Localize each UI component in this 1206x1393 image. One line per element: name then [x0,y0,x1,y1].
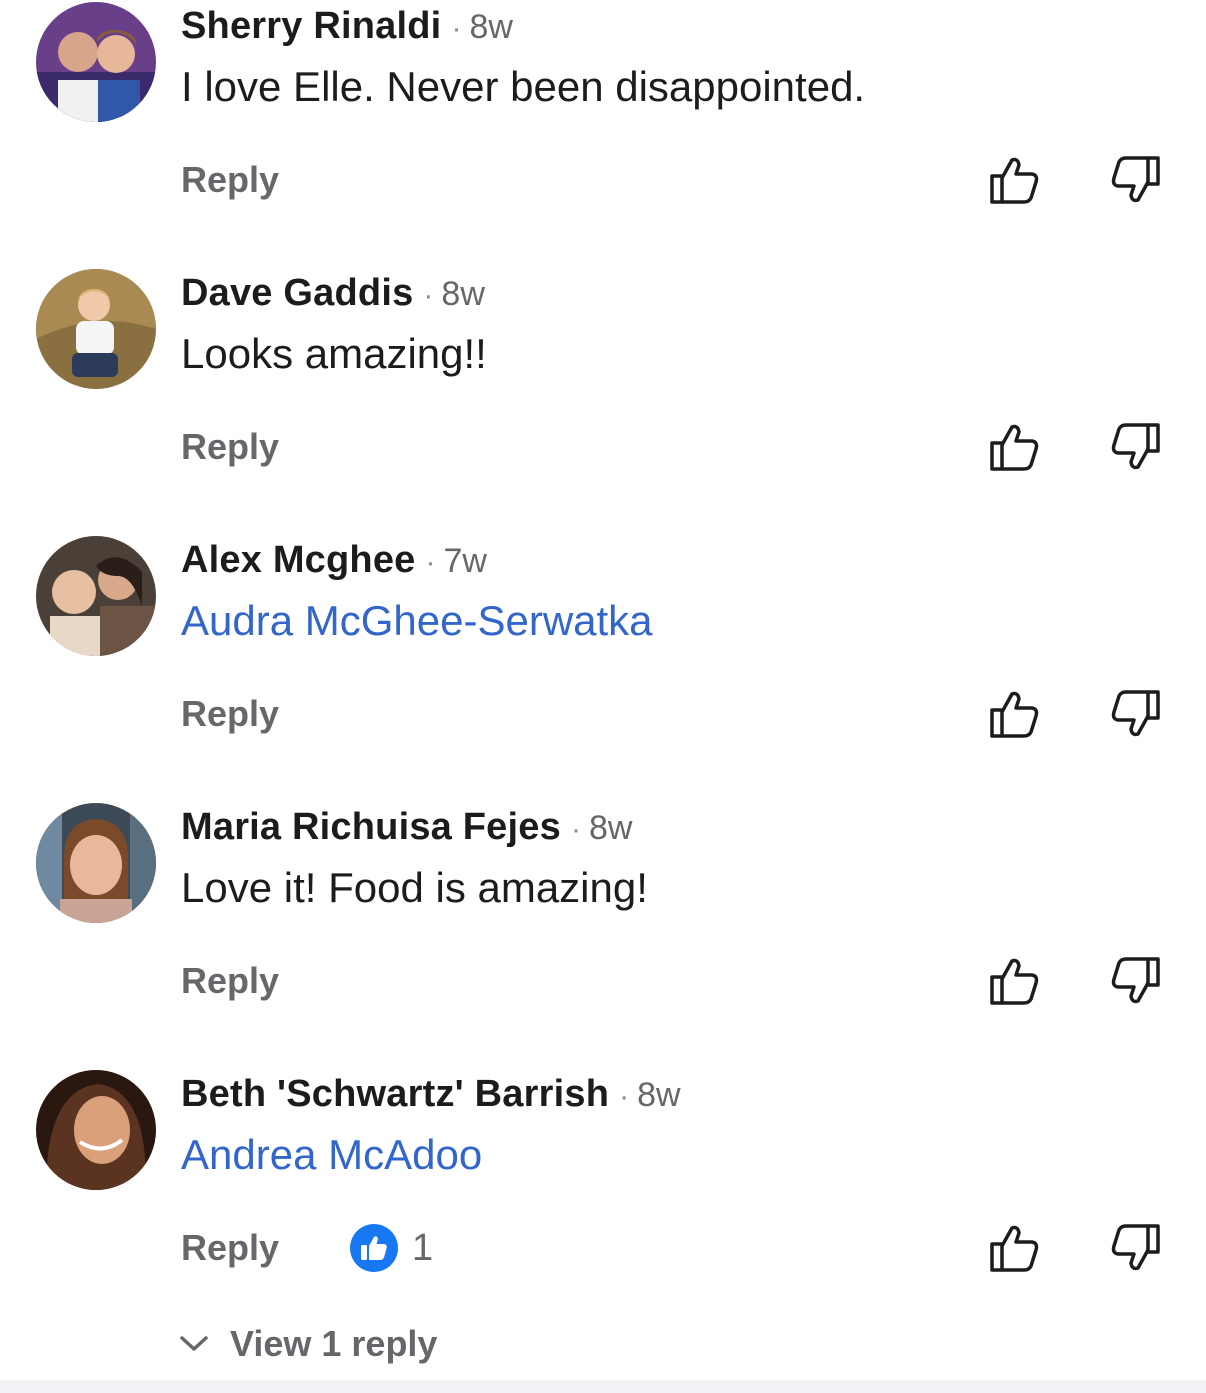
thumbs-up-icon [990,1225,1039,1272]
comment-item: Maria Richuisa Fejes · 8w Love it! Food is… [0,801,1206,1068]
mention-link[interactable]: Audra McGhee-Serwatka [181,594,653,648]
thumbs-up-icon [990,157,1039,204]
timestamp: 8w [469,8,513,46]
thumbs-down-icon [1111,690,1160,737]
comment-text: Love it! Food is amazing! [181,864,648,911]
like-button[interactable] [988,688,1042,740]
separator-dot: · [425,546,436,579]
separator-dot: · [423,279,434,312]
comment-item: Beth 'Schwartz' Barrish · 8w Andrea McAdoo… [0,1068,1206,1335]
thumbs-down-icon [1111,957,1160,1004]
thumbs-up-icon [990,424,1039,471]
reply-button[interactable]: Reply [181,1224,279,1272]
thumbs-up-icon [990,958,1039,1005]
thumbs-down-icon [1111,1224,1160,1271]
view-replies-label: View 1 reply [230,1323,438,1364]
thumbs-up-icon [990,691,1039,738]
reply-button[interactable]: Reply [181,423,279,471]
dislike-button[interactable] [1108,154,1162,206]
author-name[interactable]: Beth 'Schwartz' Barrish [181,1073,609,1115]
comment-text: Looks amazing!! [181,330,487,377]
author-name[interactable]: Dave Gaddis [181,272,413,314]
like-button[interactable] [988,421,1042,473]
separator-dot: · [451,12,462,45]
comment-meta: Dave Gaddis · 8w [181,271,485,315]
comment-meta: Alex Mcghee · 7w [181,538,487,582]
author-name[interactable]: Sherry Rinaldi [181,5,441,47]
comment-item: Sherry Rinaldi · 8w I love Elle. Never bee… [0,0,1206,267]
view-replies-button[interactable]: View 1 reply [178,1318,437,1370]
avatar[interactable] [36,536,156,656]
mention-link[interactable]: Andrea McAdoo [181,1128,482,1182]
comment-meta: Maria Richuisa Fejes · 8w [181,805,632,849]
comment-item: Dave Gaddis · 8w Looks amazing!! Reply [0,267,1206,534]
separator-dot: · [570,813,581,846]
like-button[interactable] [988,154,1042,206]
like-button[interactable] [988,1222,1042,1274]
reaction-summary[interactable]: 1 [350,1223,433,1273]
timestamp: 7w [443,542,487,580]
timestamp: 8w [588,809,633,847]
dislike-button[interactable] [1108,1222,1162,1274]
avatar[interactable] [36,269,156,389]
author-name[interactable]: Maria Richuisa Fejes [181,806,561,848]
dislike-button[interactable] [1108,421,1162,473]
author-name[interactable]: Alex Mcghee [181,539,416,581]
like-reaction-icon [350,1224,398,1272]
thumbs-down-icon [1111,156,1160,203]
dislike-button[interactable] [1108,688,1162,740]
avatar[interactable] [36,803,156,923]
reaction-count: 1 [412,1227,434,1269]
reply-button[interactable]: Reply [181,156,279,204]
separator-dot: · [619,1080,630,1113]
reply-button[interactable]: Reply [181,690,279,738]
thumbs-down-icon [1111,423,1160,470]
comment-item: Alex Mcghee · 7w Audra McGhee-Serwatka Rep… [0,534,1206,801]
timestamp: 8w [637,1076,681,1114]
comment-meta: Sherry Rinaldi · 8w [181,4,513,48]
avatar[interactable] [36,2,156,122]
like-button[interactable] [988,955,1042,1007]
comment-meta: Beth 'Schwartz' Barrish · 8w [181,1072,681,1116]
dislike-button[interactable] [1108,955,1162,1007]
reply-button[interactable]: Reply [181,957,279,1005]
comment-text: I love Elle. Never been disappointed. [181,63,866,110]
timestamp: 8w [441,275,485,313]
avatar[interactable] [36,1070,156,1190]
chevron-down-icon [180,1336,208,1351]
divider [0,1380,1206,1393]
